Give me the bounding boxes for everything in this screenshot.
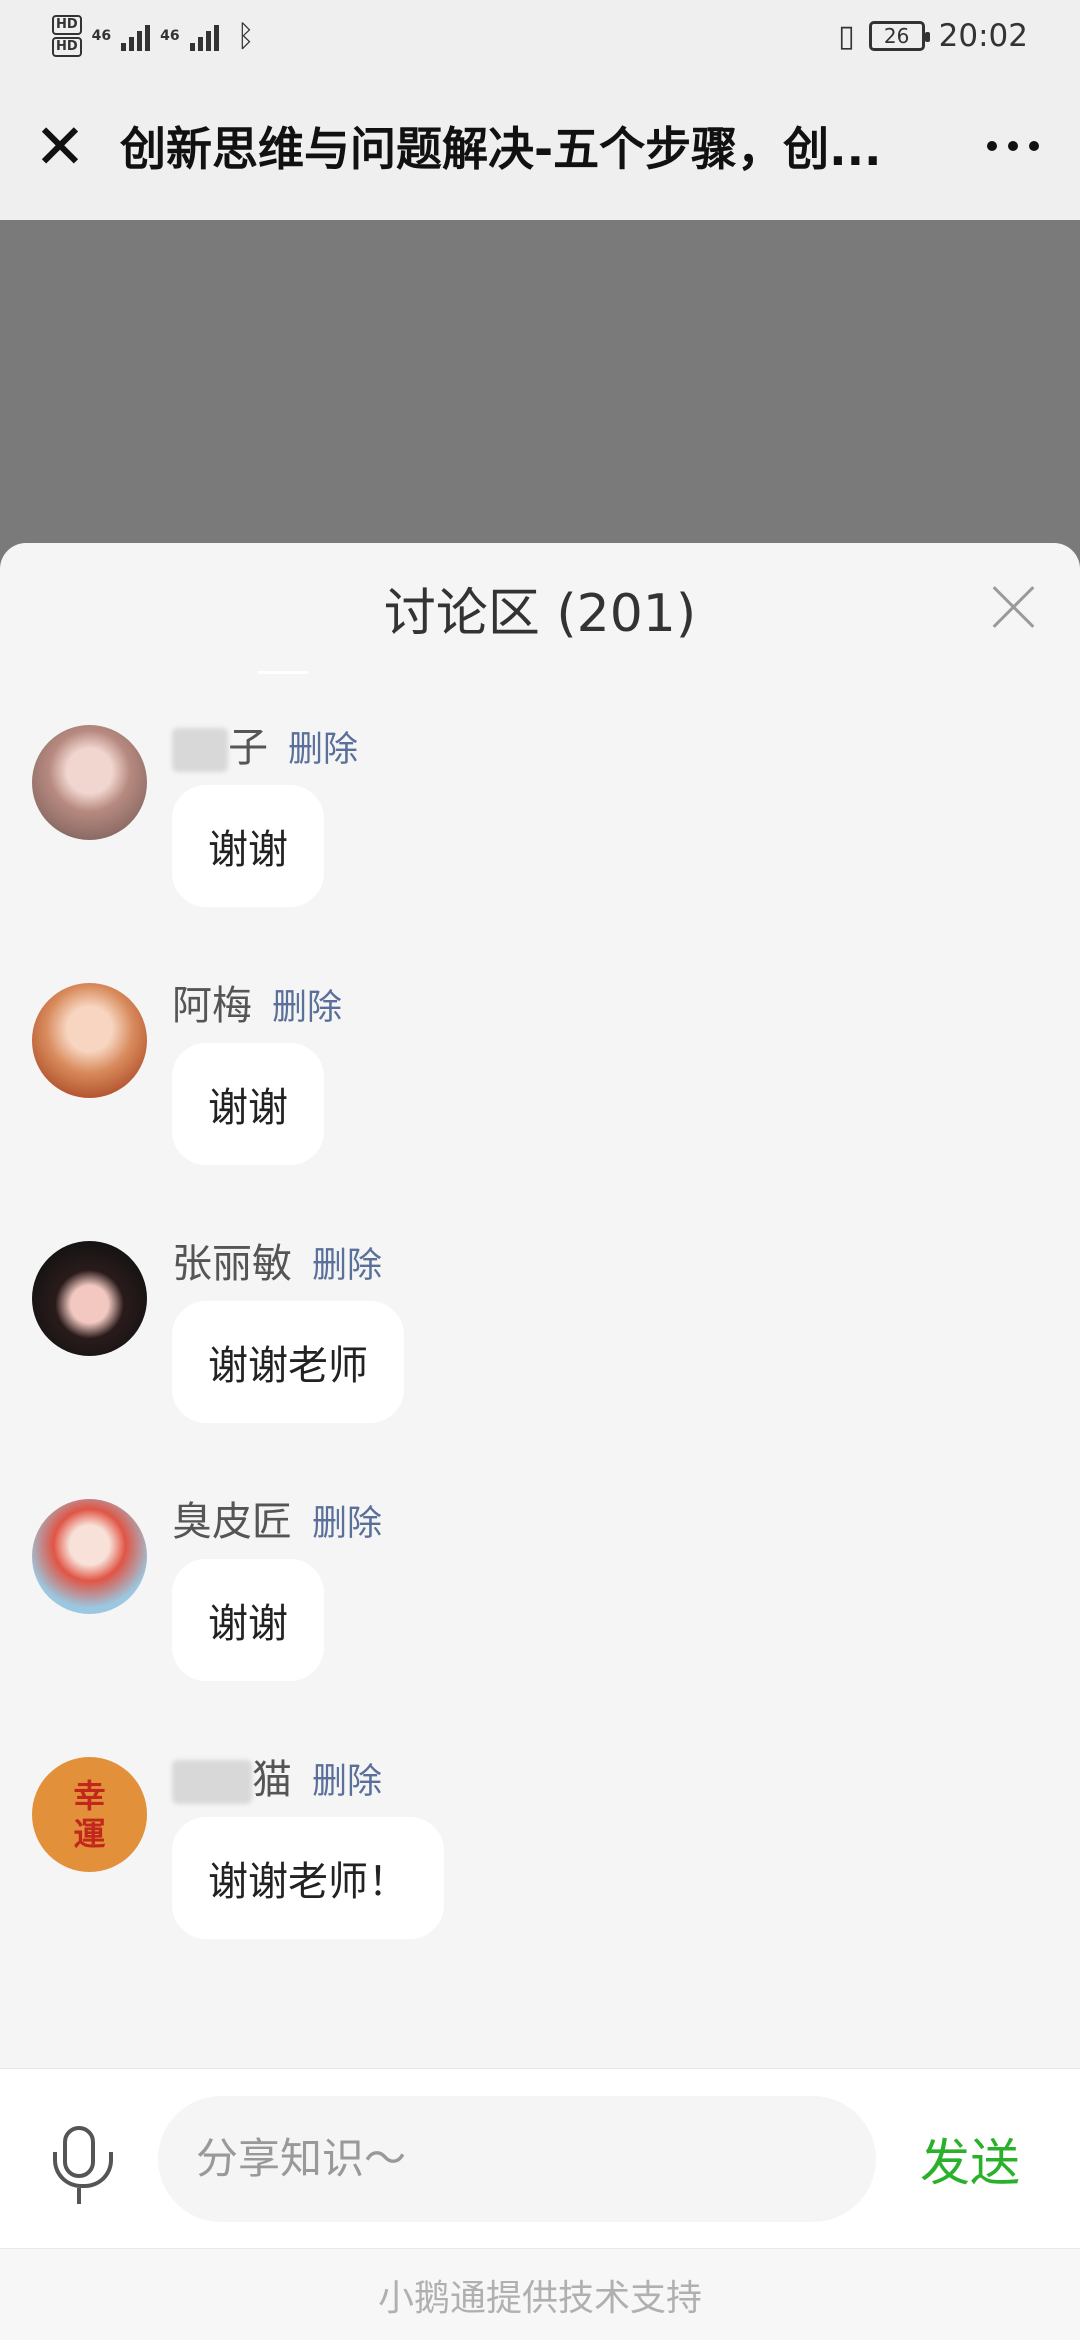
username[interactable]: 子 (172, 715, 268, 773)
delete-link[interactable]: 删除 (312, 1495, 382, 1546)
comment-item: 子 删除 谢谢 (0, 673, 1080, 931)
bluetooth-icon: ᛒ (236, 18, 255, 54)
delete-link[interactable]: 删除 (312, 1753, 382, 1804)
avatar-text: 幸 (73, 1776, 106, 1815)
hd-icon: HD HD (52, 14, 82, 58)
comment-item: jiangxh 删除 (0, 1963, 1080, 1973)
comment-list[interactable]: 子 删除 谢谢 阿梅 删除 谢谢 张丽敏 删除 谢谢老师 臭皮匠 删除 谢谢 幸… (0, 673, 1080, 1973)
comment-item: 阿梅 删除 谢谢 (0, 931, 1080, 1189)
comment-header: 阿梅 删除 (172, 973, 342, 1031)
panel-title: 讨论区 (201) (383, 583, 697, 644)
comment-item: 幸 運 猫 删除 谢谢老师！ (0, 1705, 1080, 1963)
title-bar: ✕ 创新思维与问题解决-五个步骤，创... (0, 72, 1080, 220)
avatar[interactable]: 幸 運 (32, 1757, 147, 1872)
comment-header: 子 删除 (172, 715, 358, 773)
status-right: ▯ 26 20:02 (838, 18, 1028, 54)
delete-link[interactable]: 删除 (288, 721, 358, 772)
username[interactable]: 猫 (172, 1747, 292, 1805)
send-button[interactable]: 发送 (920, 2123, 1020, 2195)
avatar[interactable] (32, 1499, 147, 1614)
avatar-text: 運 (73, 1814, 106, 1853)
close-icon[interactable]: ✕ (0, 72, 120, 220)
comment-bubble: 谢谢老师 (172, 1301, 404, 1423)
comment-bubble: 谢谢 (172, 785, 324, 907)
more-options-icon[interactable] (946, 141, 1080, 151)
input-bar: 发送 (0, 2068, 1080, 2248)
vibrate-icon: ▯ (838, 18, 855, 54)
avatar[interactable] (32, 1241, 147, 1356)
network-type-2: 46 (160, 28, 180, 44)
delete-link[interactable]: 删除 (312, 1237, 382, 1288)
battery-icon: 26 (868, 21, 930, 51)
username[interactable]: 张丽敏 (172, 1231, 292, 1289)
comment-input[interactable] (158, 2095, 876, 2222)
avatar[interactable] (32, 725, 147, 840)
delete-link[interactable]: 删除 (272, 979, 342, 1030)
username[interactable]: 阿梅 (172, 973, 252, 1031)
clock: 20:02 (938, 18, 1028, 54)
username[interactable]: 臭皮匠 (172, 1489, 292, 1547)
avatar[interactable] (32, 983, 147, 1098)
comment-item: 臭皮匠 删除 谢谢 (0, 1447, 1080, 1705)
comment-header: 张丽敏 删除 (172, 1231, 382, 1289)
status-left: HD HD 46 46 ᛒ (52, 14, 255, 58)
panel-close-icon[interactable] (984, 577, 1044, 637)
signal-icon (121, 21, 151, 51)
status-bar: HD HD 46 46 ᛒ ▯ 26 20:02 (0, 0, 1080, 72)
network-type-1: 46 (91, 28, 112, 44)
comment-item: 张丽敏 删除 谢谢老师 (0, 1189, 1080, 1447)
blurred-text (172, 728, 228, 772)
footer-note: 小鹅通提供技术支持 (0, 2248, 1080, 2340)
signal-icon-2 (189, 21, 219, 51)
page-title: 创新思维与问题解决-五个步骤，创... (120, 122, 882, 176)
comment-header: 猫 删除 (172, 1747, 382, 1805)
comment-bubble: 谢谢 (172, 1559, 324, 1681)
microphone-icon[interactable] (0, 2069, 158, 2249)
blurred-text (172, 1760, 252, 1804)
comment-bubble: 谢谢老师！ (172, 1817, 444, 1939)
panel-header: 讨论区 (201) (0, 543, 1080, 673)
comment-bubble: 谢谢 (172, 1043, 324, 1165)
comment-header: 臭皮匠 删除 (172, 1489, 382, 1547)
